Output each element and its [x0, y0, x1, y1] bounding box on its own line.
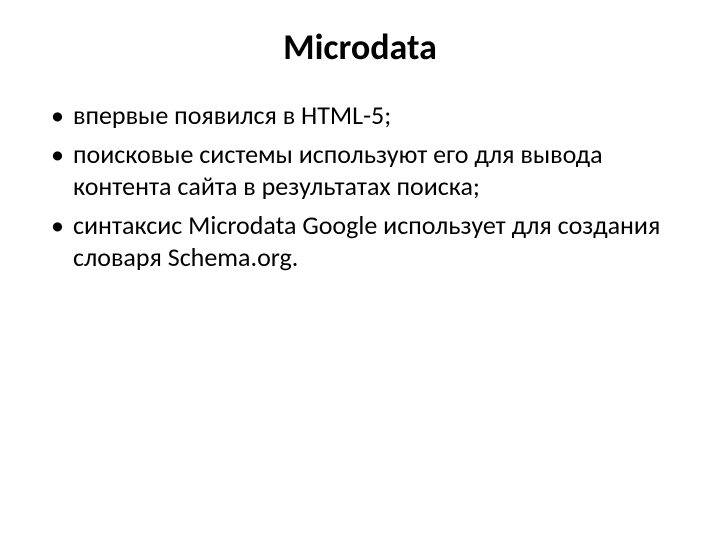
bullet-list: впервые появился в HTML-5; поисковые сис… [45, 99, 675, 274]
slide-title: Microdata [45, 25, 675, 69]
bullet-item: поисковые системы используют его для выв… [45, 138, 675, 203]
bullet-item: синтаксис Microdata Google использует дл… [45, 209, 675, 274]
bullet-item: впервые появился в HTML-5; [45, 99, 675, 132]
